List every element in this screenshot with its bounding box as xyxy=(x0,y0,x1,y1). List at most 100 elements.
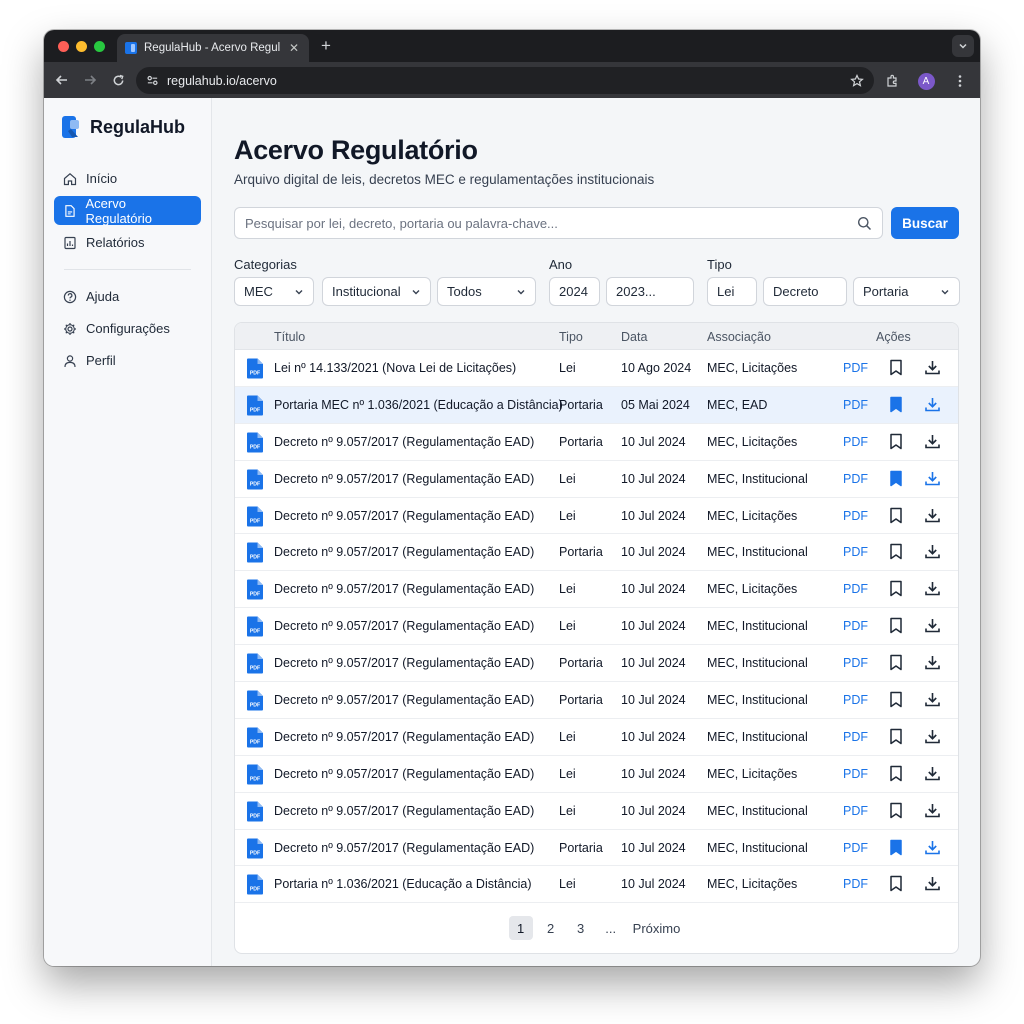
pdf-link[interactable]: PDF xyxy=(843,435,868,449)
bookmark-button[interactable] xyxy=(889,396,903,416)
table-row[interactable]: PDF Decreto nº 9.057/2017 (Regulamentação… xyxy=(235,682,958,719)
reload-button[interactable] xyxy=(104,66,132,94)
download-button[interactable] xyxy=(924,580,941,600)
page-button-2[interactable]: 2 xyxy=(539,916,563,940)
table-row[interactable]: PDF Decreto nº 9.057/2017 (Regulamentação… xyxy=(235,645,958,683)
close-window-button[interactable] xyxy=(58,41,69,52)
download-button[interactable] xyxy=(924,433,941,453)
bookmark-button[interactable] xyxy=(889,433,903,453)
cell-titulo[interactable]: Decreto nº 9.057/2017 (Regulamentação EA… xyxy=(274,767,534,781)
sidebar-item-inicio[interactable]: Início xyxy=(54,164,201,193)
pdf-link[interactable]: PDF xyxy=(843,509,868,523)
tipo-select-decreto[interactable]: Decreto xyxy=(763,277,847,306)
sidebar-item-ajuda[interactable]: Ajuda xyxy=(54,282,201,311)
sidebar-item-relatorios[interactable]: Relatórios xyxy=(54,228,201,257)
table-row[interactable]: PDF Decreto nº 9.057/2017 (Regulamentação… xyxy=(235,461,958,498)
bookmark-button[interactable] xyxy=(889,507,903,527)
table-row[interactable]: PDF Decreto nº 9.057/2017 (Regulamentação… xyxy=(235,424,958,461)
categoria-select-todos[interactable]: Todos xyxy=(437,277,536,306)
pdf-link[interactable]: PDF xyxy=(843,656,868,670)
download-button[interactable] xyxy=(924,691,941,711)
table-row[interactable]: PDF Decreto nº 9.057/2017 (Regulamentação… xyxy=(235,719,958,756)
browser-menu-button[interactable] xyxy=(946,67,974,95)
download-button[interactable] xyxy=(924,396,941,416)
table-row[interactable]: PDF Decreto nº 9.057/2017 (Regulamentação… xyxy=(235,608,958,646)
categoria-select-mec[interactable]: MEC xyxy=(234,277,314,306)
bookmark-button[interactable] xyxy=(889,470,903,490)
cell-titulo[interactable]: Decreto nº 9.057/2017 (Regulamentação EA… xyxy=(274,804,534,818)
forward-button[interactable] xyxy=(76,66,104,94)
column-header-titulo[interactable]: Título xyxy=(274,330,305,344)
table-row[interactable]: PDF Decreto nº 9.057/2017 (Regulamentação… xyxy=(235,830,958,867)
download-button[interactable] xyxy=(924,507,941,527)
cell-titulo[interactable]: Decreto nº 9.057/2017 (Regulamentação EA… xyxy=(274,509,534,523)
search-input[interactable] xyxy=(245,215,857,231)
next-page-button[interactable]: Próximo xyxy=(629,916,685,940)
pdf-link[interactable]: PDF xyxy=(843,361,868,375)
cell-titulo[interactable]: Decreto nº 9.057/2017 (Regulamentação EA… xyxy=(274,582,534,596)
minimize-window-button[interactable] xyxy=(76,41,87,52)
cell-titulo[interactable]: Lei nº 14.133/2021 (Nova Lei de Licitaçõ… xyxy=(274,361,516,375)
pdf-link[interactable]: PDF xyxy=(843,619,868,633)
cell-titulo[interactable]: Decreto nº 9.057/2017 (Regulamentação EA… xyxy=(274,656,534,670)
column-header-data[interactable]: Data xyxy=(621,330,647,344)
tab-close-icon[interactable]: ✕ xyxy=(287,41,301,55)
pdf-link[interactable]: PDF xyxy=(843,398,868,412)
bookmark-button[interactable] xyxy=(889,728,903,748)
pdf-link[interactable]: PDF xyxy=(843,472,868,486)
browser-tab[interactable]: RegulaHub - Acervo Regulatório ✕ xyxy=(117,34,309,62)
table-row[interactable]: PDF Decreto nº 9.057/2017 (Regulamentação… xyxy=(235,793,958,830)
tab-search-button[interactable] xyxy=(952,35,974,57)
bookmark-button[interactable] xyxy=(889,543,903,563)
pdf-link[interactable]: PDF xyxy=(843,877,868,891)
pdf-link[interactable]: PDF xyxy=(843,582,868,596)
pdf-link[interactable]: PDF xyxy=(843,730,868,744)
page-button-3[interactable]: 3 xyxy=(569,916,593,940)
download-button[interactable] xyxy=(924,839,941,859)
pdf-link[interactable]: PDF xyxy=(843,841,868,855)
pdf-link[interactable]: PDF xyxy=(843,804,868,818)
pdf-link[interactable]: PDF xyxy=(843,767,868,781)
sidebar-item-perfil[interactable]: Perfil xyxy=(54,346,201,375)
download-button[interactable] xyxy=(924,875,941,895)
bookmark-button[interactable] xyxy=(889,654,903,674)
table-row[interactable]: PDF Decreto nº 9.057/2017 (Regulamentação… xyxy=(235,498,958,535)
cell-titulo[interactable]: Decreto nº 9.057/2017 (Regulamentação EA… xyxy=(274,730,534,744)
back-button[interactable] xyxy=(48,66,76,94)
sidebar-item-acervo[interactable]: Acervo Regulatório xyxy=(54,196,201,226)
cell-titulo[interactable]: Portaria nº 1.036/2021 (Educação a Distâ… xyxy=(274,877,532,891)
table-row[interactable]: PDF Lei nº 14.133/2021 (Nova Lei de Licit… xyxy=(235,350,958,387)
bookmark-button[interactable] xyxy=(889,839,903,859)
cell-titulo[interactable]: Decreto nº 9.057/2017 (Regulamentação EA… xyxy=(274,545,534,559)
extensions-button[interactable] xyxy=(878,67,906,95)
brand[interactable]: RegulaHub xyxy=(54,116,201,138)
tipo-select-lei[interactable]: Lei xyxy=(707,277,757,306)
bookmark-button[interactable] xyxy=(889,875,903,895)
table-row[interactable]: PDF Portaria MEC nº 1.036/2021 (Educação … xyxy=(235,386,958,424)
profile-button[interactable]: A xyxy=(912,67,940,95)
table-row[interactable]: PDF Portaria nº 1.036/2021 (Educação a Di… xyxy=(235,866,958,904)
pdf-link[interactable]: PDF xyxy=(843,545,868,559)
search-button[interactable]: Buscar xyxy=(891,207,959,239)
cell-titulo[interactable]: Decreto nº 9.057/2017 (Regulamentação EA… xyxy=(274,435,534,449)
bookmark-button[interactable] xyxy=(889,765,903,785)
star-icon[interactable] xyxy=(850,73,864,88)
download-button[interactable] xyxy=(924,802,941,822)
new-tab-button[interactable]: + xyxy=(316,35,336,57)
column-header-associacao[interactable]: Associação xyxy=(707,330,771,344)
maximize-window-button[interactable] xyxy=(94,41,105,52)
cell-titulo[interactable]: Portaria MEC nº 1.036/2021 (Educação a D… xyxy=(274,398,563,412)
download-button[interactable] xyxy=(924,543,941,563)
table-row[interactable]: PDF Decreto nº 9.057/2017 (Regulamentação… xyxy=(235,571,958,609)
cell-titulo[interactable]: Decreto nº 9.057/2017 (Regulamentação EA… xyxy=(274,472,534,486)
page-button-1[interactable]: 1 xyxy=(508,916,533,941)
sidebar-item-configuracoes[interactable]: Configurações xyxy=(54,314,201,343)
download-button[interactable] xyxy=(924,617,941,637)
download-button[interactable] xyxy=(924,359,941,379)
bookmark-button[interactable] xyxy=(889,359,903,379)
bookmark-button[interactable] xyxy=(889,580,903,600)
cell-titulo[interactable]: Decreto nº 9.057/2017 (Regulamentação EA… xyxy=(274,693,534,707)
download-button[interactable] xyxy=(924,728,941,748)
pdf-link[interactable]: PDF xyxy=(843,693,868,707)
download-button[interactable] xyxy=(924,654,941,674)
